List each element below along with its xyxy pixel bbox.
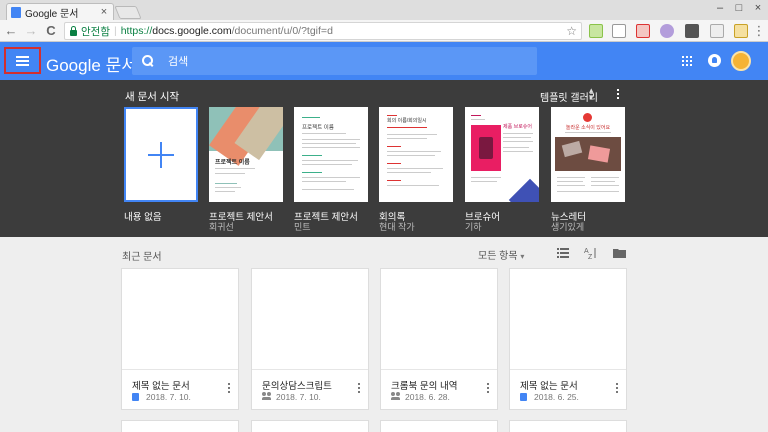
document-preview [510, 269, 626, 370]
extension-icon[interactable] [660, 24, 674, 38]
avatar[interactable] [731, 51, 751, 71]
template-proposal-mint[interactable]: 프로젝트 이름 [294, 107, 368, 202]
bookmark-star-icon[interactable]: ☆ [566, 24, 577, 38]
svg-text:Z: Z [588, 254, 593, 260]
search-icon [142, 55, 154, 67]
notifications-icon[interactable] [708, 54, 721, 67]
url-path: /document/u/0/?tgif=d [231, 25, 333, 37]
document-date: 2018. 7. 10. [276, 392, 321, 402]
recent-documents: 최근 문서 모든 항목 ▾ A Z 제목 없는 문서 2018. 7. 10. … [0, 237, 768, 432]
extension-icon[interactable] [636, 24, 650, 38]
docs-favicon-icon [11, 6, 21, 18]
template-name: 내용 없음 [124, 212, 162, 223]
tab-strip: Google 문서 × – □ × [0, 0, 768, 20]
document-name: 제목 없는 문서 [520, 381, 578, 392]
reload-button[interactable]: C [44, 23, 58, 39]
search-placeholder: 검색 [168, 56, 189, 68]
document-name: 문의상담스크립트 [262, 381, 332, 392]
document-card[interactable] [380, 420, 498, 432]
template-meeting-notes[interactable]: 회의 이름/회의일시 [379, 107, 453, 202]
docs-file-icon [132, 393, 139, 401]
document-name: 크롬북 문의 내역 [391, 381, 458, 392]
template-blank[interactable] [124, 107, 198, 202]
url-host: docs.google.com [152, 25, 232, 37]
template-newsletter[interactable]: 놀라운 소식이 있어요 [551, 107, 625, 202]
new-tab-button[interactable] [114, 6, 142, 19]
template-gallery: 새 문서 시작 템플릿 갤러리 ▴ ▾ 내용 없음 프로젝트 이름 프로젝트 제안… [0, 80, 768, 237]
main-menu-button[interactable] [4, 47, 41, 74]
thumb-title: 제품 브로슈어 [503, 124, 532, 130]
template-style: 생기있게 [551, 222, 585, 232]
tab-title: Google 문서 [25, 8, 79, 20]
docs-file-icon [520, 393, 527, 401]
docs-logo[interactable]: Google 문서 [46, 51, 137, 76]
secure-label: 안전함 [81, 25, 110, 38]
template-style: 현대 작가 [379, 222, 415, 232]
owner-filter-dropdown[interactable]: 모든 항목 ▾ [478, 247, 524, 262]
extension-icon[interactable] [710, 24, 724, 38]
document-date: 2018. 7. 10. [146, 392, 191, 402]
thumb-title: 프로젝트 이름 [215, 160, 250, 166]
expand-collapse-icon[interactable]: ▴ ▾ [589, 86, 594, 102]
template-proposal-geometric[interactable]: 프로젝트 이름 [209, 107, 283, 202]
close-window-button[interactable]: × [750, 2, 766, 14]
thumb-title: 회의 이름/회의일시 [387, 118, 427, 124]
plus-icon [148, 141, 174, 168]
document-preview [381, 269, 497, 370]
chrome-menu-icon[interactable]: ⋮ [752, 23, 766, 39]
gallery-title: 새 문서 시작 [125, 91, 180, 103]
document-card[interactable] [251, 420, 369, 432]
search-box[interactable]: 검색 [132, 47, 537, 75]
thumb-title: 프로젝트 이름 [302, 125, 334, 131]
template-style: 회귀선 [209, 222, 234, 232]
template-brochure[interactable]: 제품 브로슈어 [465, 107, 539, 202]
more-options-icon[interactable] [228, 383, 230, 395]
extension-icon[interactable] [589, 24, 603, 38]
document-card[interactable]: 크롬북 문의 내역 2018. 6. 28. [380, 268, 498, 410]
document-date: 2018. 6. 25. [534, 392, 579, 402]
forward-button[interactable]: → [24, 23, 38, 39]
apps-grid-icon[interactable] [682, 56, 692, 66]
more-options-icon[interactable] [358, 383, 360, 395]
docs-header: Google 문서 검색 [0, 42, 768, 80]
shared-people-icon [391, 392, 401, 401]
folder-icon[interactable] [613, 248, 626, 258]
document-card[interactable]: 제목 없는 문서 2018. 7. 10. [121, 268, 239, 410]
back-button[interactable]: ← [4, 23, 18, 39]
document-preview [122, 269, 238, 370]
extension-icon[interactable] [734, 24, 748, 38]
document-card[interactable] [509, 420, 627, 432]
document-preview [252, 269, 368, 370]
shared-people-icon [262, 392, 272, 401]
gallery-more-icon[interactable] [617, 89, 619, 99]
maximize-button[interactable]: □ [731, 2, 747, 14]
document-card[interactable] [121, 420, 239, 432]
thumb-title: 놀라운 소식이 있어요 [565, 125, 611, 131]
hamburger-icon [16, 55, 29, 66]
tab-close-icon[interactable]: × [99, 6, 109, 18]
extension-icon[interactable] [685, 24, 699, 38]
list-view-icon[interactable] [557, 248, 569, 258]
template-style: 기하 [465, 222, 482, 232]
address-bar[interactable]: 안전함 | https:// docs.google.com /document… [64, 22, 582, 40]
url-scheme: https:// [120, 25, 153, 37]
lock-icon [70, 25, 77, 36]
browser-tab[interactable]: Google 문서 × [6, 3, 114, 20]
document-date: 2018. 6. 28. [405, 392, 450, 402]
template-style: 민트 [294, 222, 311, 232]
document-name: 제목 없는 문서 [132, 381, 190, 392]
document-card[interactable]: 제목 없는 문서 2018. 6. 25. [509, 268, 627, 410]
extension-glasses-icon[interactable] [612, 24, 626, 38]
more-options-icon[interactable] [487, 383, 489, 395]
minimize-button[interactable]: – [712, 2, 728, 14]
separator: | [113, 25, 117, 37]
recent-title: 최근 문서 [122, 252, 162, 263]
document-card[interactable]: 문의상담스크립트 2018. 7. 10. [251, 268, 369, 410]
more-options-icon[interactable] [616, 383, 618, 395]
sort-az-icon[interactable]: A Z [584, 246, 598, 260]
browser-toolbar: ← → C 안전함 | https:// docs.google.com /do… [0, 20, 768, 42]
